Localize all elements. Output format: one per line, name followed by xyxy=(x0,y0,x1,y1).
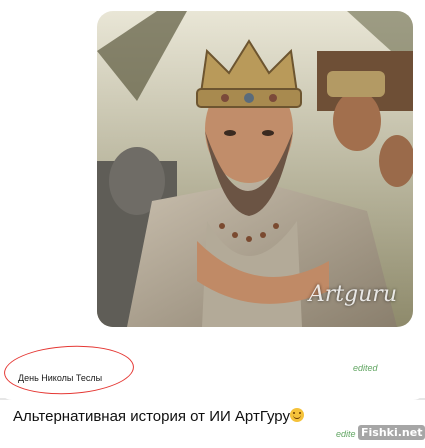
smile-emoji-icon xyxy=(289,408,304,422)
caption-line: Альтернативная история от ИИ АртГуру xyxy=(13,408,304,425)
message-photo[interactable]: Artguru xyxy=(97,11,413,327)
watermark-text: Artguru xyxy=(308,282,397,307)
caption-text: Альтернативная история от ИИ АртГуру xyxy=(13,408,290,425)
caption-edited-label: edite xyxy=(336,429,356,439)
edited-label: edited xyxy=(353,363,378,373)
portrait-image xyxy=(97,11,413,327)
site-watermark-badge: Fishki.net xyxy=(358,425,425,440)
